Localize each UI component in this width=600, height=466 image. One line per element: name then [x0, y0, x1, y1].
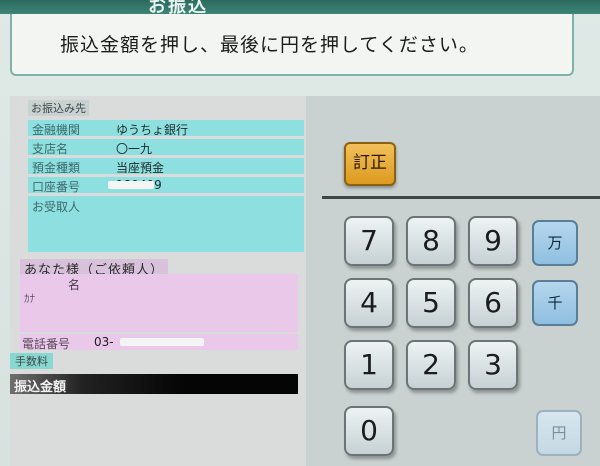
instruction-text: 振込金額を押し、最後に円を押してください。 [60, 34, 479, 56]
key-3[interactable]: 3 [468, 340, 518, 390]
correct-button[interactable]: 訂正 [344, 142, 396, 186]
transfer-section-label: お振込み先 [28, 100, 89, 116]
fee-label: 手数料 [10, 353, 53, 369]
key-sen[interactable]: 千 [532, 280, 578, 326]
field-account-number-label: 口座番号 [32, 180, 81, 194]
field-account-type-label: 預金種類 [32, 161, 81, 175]
amount-label: 振込金額 [14, 380, 67, 395]
field-bank: 金融機関 ゆうちょ銀行 [28, 120, 304, 137]
key-7[interactable]: 7 [344, 216, 394, 266]
key-8[interactable]: 8 [406, 216, 456, 266]
field-bank-label: 金融機関 [32, 123, 81, 137]
recipient-block: お受取人 [28, 196, 304, 252]
field-account-type: 預金種類 当座預金 [28, 158, 304, 175]
field-account-type-value: 当座預金 [116, 161, 165, 175]
key-6[interactable]: 6 [468, 278, 518, 328]
sender-name-value: ｶﾅ [24, 292, 35, 305]
key-1[interactable]: 1 [344, 340, 394, 390]
field-bank-value: ゆうちょ銀行 [116, 123, 189, 137]
key-2[interactable]: 2 [406, 340, 456, 390]
sender-phone-value: 03- [94, 335, 114, 349]
title-bar: お振込 [0, 0, 600, 17]
sender-name-label: 名 [68, 278, 81, 292]
instruction-box: 振込金額を押し、最後に円を押してください。 [10, 14, 574, 76]
sender-phone-label: 電話番号 [22, 337, 71, 351]
keypad-divider [322, 196, 600, 199]
key-0[interactable]: 0 [344, 406, 394, 456]
field-account-number: 口座番号 180409 [28, 177, 304, 194]
key-9[interactable]: 9 [468, 216, 518, 266]
field-branch: 支店名 〇一九 [28, 139, 304, 156]
key-man[interactable]: 万 [532, 220, 578, 266]
amount-display: 振込金額 [10, 374, 298, 395]
sender-name-block: 名 ｶﾅ [20, 274, 298, 332]
key-yen[interactable]: 円 [536, 410, 582, 456]
key-5[interactable]: 5 [406, 278, 456, 328]
sender-phone-row: 電話番号 03- [20, 334, 298, 351]
key-4[interactable]: 4 [344, 278, 394, 328]
atm-screen: お振込 振込金額を押し、最後に円を押してください。 お振込み先 金融機関 ゆうち… [0, 0, 600, 466]
field-branch-label: 支店名 [32, 142, 69, 156]
recipient-label: お受取人 [32, 200, 81, 214]
field-branch-value: 〇一九 [116, 142, 153, 156]
privacy-mask [120, 338, 204, 346]
privacy-mask [108, 181, 154, 189]
